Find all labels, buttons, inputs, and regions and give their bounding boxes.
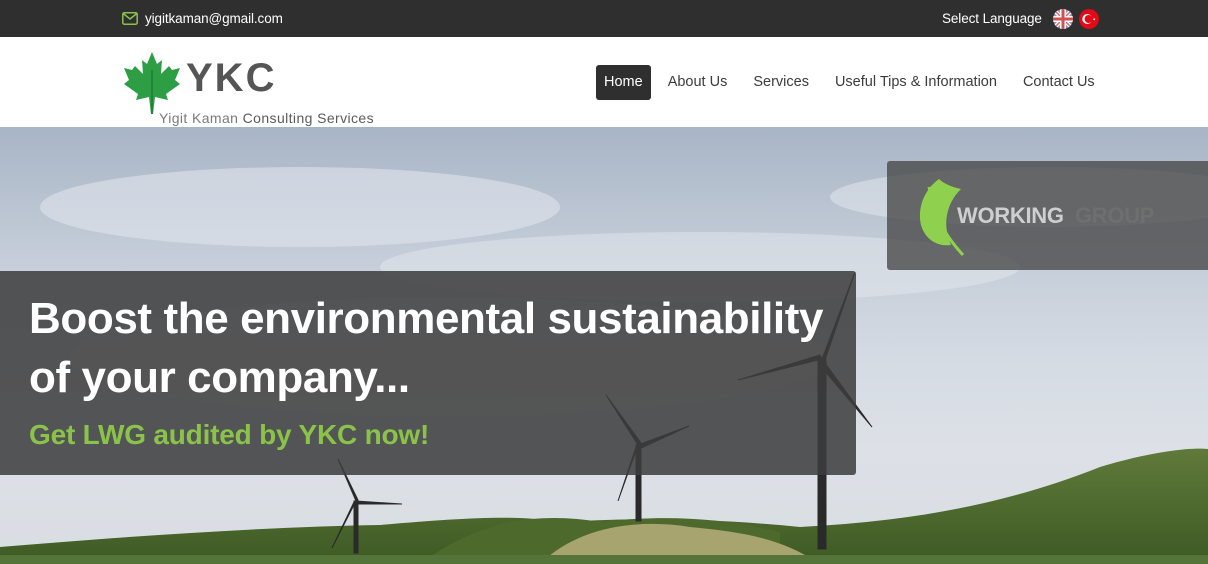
uk-flag-icon[interactable]: [1052, 8, 1073, 29]
lwg-badge[interactable]: WORKING GROUP: [887, 161, 1208, 270]
turkey-flag-icon[interactable]: [1078, 8, 1099, 29]
language-selector: Select Language: [942, 8, 1099, 29]
nav-contact-us[interactable]: Contact Us: [1014, 65, 1104, 100]
logo-tagline-rest: Consulting Services: [238, 110, 374, 126]
logo-tagline-name: Yigit Kaman: [159, 110, 239, 126]
hero-subline[interactable]: Get LWG audited by YKC now!: [29, 419, 429, 451]
nav-services[interactable]: Services: [744, 65, 818, 100]
email-text: yigitkaman@gmail.com: [145, 11, 283, 26]
contact-email[interactable]: yigitkaman@gmail.com: [122, 10, 283, 27]
logo-tagline: Yigit Kaman Consulting Services: [159, 110, 374, 126]
nav-about-us[interactable]: About Us: [659, 65, 737, 100]
hero-headline: Boost the environmental sustainability o…: [29, 294, 824, 402]
site-header: YKC Yigit Kaman Consulting Services Home…: [0, 37, 1208, 127]
main-navigation: Home About Us Services Useful Tips & Inf…: [596, 65, 1104, 100]
nav-useful-tips[interactable]: Useful Tips & Information: [826, 65, 1006, 100]
envelope-icon: [122, 12, 138, 25]
logo-wordmark: YKC: [186, 56, 277, 100]
top-bar: yigitkaman@gmail.com Select Language: [0, 0, 1208, 37]
badge-word-working: WORKING: [957, 203, 1064, 228]
nav-home[interactable]: Home: [596, 65, 651, 100]
hero-banner: Boost the environmental sustainability o…: [0, 271, 856, 475]
maple-leaf-icon: [124, 52, 180, 114]
badge-word-group: GROUP: [1075, 203, 1155, 228]
hero-section: WORKING GROUP Boost the environmental su…: [0, 127, 1208, 564]
site-logo[interactable]: YKC Yigit Kaman Consulting Services: [122, 50, 392, 126]
language-label: Select Language: [942, 11, 1042, 26]
